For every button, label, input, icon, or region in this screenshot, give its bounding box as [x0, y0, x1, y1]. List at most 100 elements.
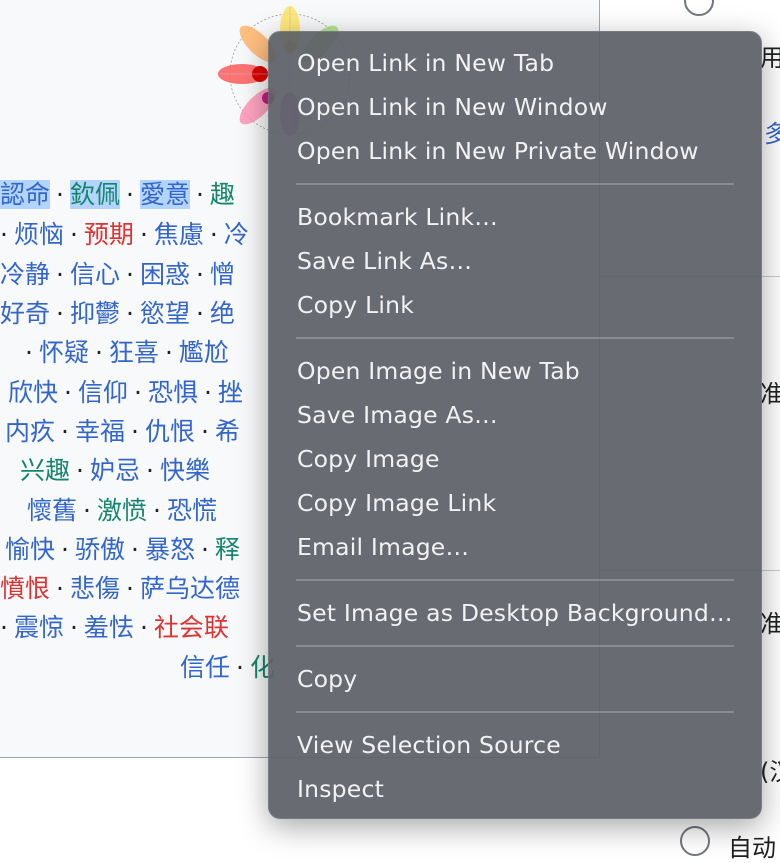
separator-dot: · — [56, 180, 64, 209]
emotion-link[interactable]: 信心 — [70, 260, 120, 289]
sidebar-text-3: 准 — [760, 380, 780, 408]
emotion-link[interactable]: 幸福 — [75, 417, 125, 446]
emotion-link[interactable]: 内疚 — [5, 417, 55, 446]
radio-top[interactable] — [684, 0, 714, 16]
separator-dot: · — [25, 338, 33, 367]
separator-dot: · — [130, 535, 139, 564]
emotion-link[interactable]: 愛意 — [139, 180, 190, 209]
separator-dot: · — [125, 574, 134, 603]
sidebar-text-auto: 自动 — [728, 834, 776, 862]
menu-item-copy-image[interactable]: Copy Image — [268, 437, 762, 481]
emotion-link[interactable]: 骄傲 — [75, 535, 125, 564]
separator-dot: · — [200, 417, 209, 446]
emotion-link[interactable]: 妒忌 — [90, 456, 140, 485]
emotion-link[interactable]: 趣 — [210, 180, 235, 209]
menu-item-open-link-in-new-tab[interactable]: Open Link in New Tab — [268, 41, 762, 85]
emotion-link[interactable]: 憤恨 — [0, 574, 50, 603]
menu-item-save-image-as[interactable]: Save Image As… — [268, 393, 762, 437]
emotion-link[interactable]: 冷 — [224, 220, 249, 249]
emotion-link[interactable]: 震惊 — [14, 613, 64, 642]
menu-item-open-image-in-new-tab[interactable]: Open Image in New Tab — [268, 349, 762, 393]
emotion-link[interactable]: 悲傷 — [70, 574, 120, 603]
sidebar-text-1: 用 — [760, 44, 780, 72]
separator-dot: · — [56, 574, 64, 603]
separator-dot: · — [83, 496, 91, 525]
emotion-link[interactable]: 预期 — [84, 220, 134, 249]
page: 認命 · 欽佩 · 愛意 · 趣 · 烦恼 · 预期 · 焦慮 · 冷冷静 · 信心 · 困惑 · 憎好奇 · 抑鬱 · 慾望 ·… — [0, 0, 780, 862]
separator-dot: · — [64, 378, 72, 407]
emotion-link[interactable]: 恐慌 — [167, 496, 217, 525]
emotion-link[interactable]: 激愤 — [97, 496, 147, 525]
emotion-link[interactable]: 羞怯 — [84, 613, 134, 642]
menu-item-view-selection-source[interactable]: View Selection Source — [268, 723, 762, 767]
emotion-link[interactable]: 懷舊 — [27, 496, 77, 525]
emotion-link[interactable]: 快樂 — [160, 456, 210, 485]
separator-dot: · — [195, 260, 204, 289]
radio-auto[interactable] — [680, 826, 710, 856]
separator-dot: · — [145, 456, 154, 485]
separator-dot: · — [139, 613, 148, 642]
separator-dot: · — [69, 613, 78, 642]
separator-dot: · — [125, 260, 134, 289]
menu-item-open-link-in-new-private-window[interactable]: Open Link in New Private Window — [268, 129, 762, 173]
separator-dot: · — [61, 417, 69, 446]
separator-dot: · — [152, 496, 161, 525]
separator-dot: · — [203, 378, 212, 407]
emotion-link[interactable]: 抑鬱 — [70, 299, 120, 328]
emotion-link[interactable]: 尷尬 — [179, 338, 229, 367]
emotion-link[interactable]: 狂喜 — [109, 338, 159, 367]
emotion-link[interactable]: 兴趣 — [20, 456, 70, 485]
emotion-link[interactable]: 社会联 — [154, 613, 229, 642]
emotion-link[interactable]: 怀疑 — [39, 338, 89, 367]
separator-dot: · — [94, 338, 103, 367]
separator-dot: · — [56, 260, 64, 289]
emotion-link[interactable]: 萨乌达德 — [140, 574, 240, 603]
menu-item-open-link-in-new-window[interactable]: Open Link in New Window — [268, 85, 762, 129]
menu-item-copy-image-link[interactable]: Copy Image Link — [268, 481, 762, 525]
emotion-link[interactable]: 恐惧 — [148, 378, 198, 407]
sidebar-link-more[interactable]: 多 — [764, 114, 780, 149]
sidebar-text-5: (汉 — [760, 758, 780, 786]
emotion-link[interactable]: 憎 — [210, 260, 235, 289]
emotion-link[interactable]: 烦恼 — [14, 220, 64, 249]
emotion-link[interactable]: 認命 — [0, 180, 51, 209]
separator-dot: · — [56, 299, 64, 328]
emotion-link[interactable]: 信仰 — [78, 378, 128, 407]
emotion-link[interactable]: 困惑 — [140, 260, 190, 289]
menu-item-copy[interactable]: Copy — [268, 657, 762, 701]
emotion-link[interactable]: 焦慮 — [154, 220, 204, 249]
emotion-link[interactable]: 释 — [215, 535, 240, 564]
menu-separator — [296, 711, 734, 713]
separator-dot: · — [69, 220, 78, 249]
menu-item-inspect[interactable]: Inspect — [268, 767, 762, 811]
emotion-link[interactable]: 欣快 — [8, 378, 58, 407]
emotion-link[interactable]: 希 — [215, 417, 240, 446]
separator-dot: · — [209, 220, 218, 249]
menu-item-set-image-as-desktop-background[interactable]: Set Image as Desktop Background… — [268, 591, 762, 635]
sidebar-text-4: 准 — [760, 610, 780, 638]
separator-dot: · — [130, 417, 139, 446]
menu-separator — [296, 337, 734, 339]
emotion-link[interactable]: 愉快 — [5, 535, 55, 564]
emotion-link[interactable]: 挫 — [218, 378, 243, 407]
emotion-link[interactable]: 暴怒 — [145, 535, 195, 564]
menu-item-bookmark-link[interactable]: Bookmark Link… — [268, 195, 762, 239]
separator-dot: · — [236, 653, 244, 682]
menu-separator — [296, 579, 734, 581]
menu-separator — [296, 183, 734, 185]
separator-dot: · — [76, 456, 84, 485]
emotion-link[interactable]: 信任 — [180, 653, 230, 682]
separator-dot: · — [200, 535, 209, 564]
emotion-link[interactable]: 欽佩 — [69, 180, 120, 209]
emotion-link[interactable]: 冷静 — [0, 260, 50, 289]
menu-item-copy-link[interactable]: Copy Link — [268, 283, 762, 327]
emotion-link[interactable]: 绝 — [210, 299, 235, 328]
menu-item-email-image[interactable]: Email Image… — [268, 525, 762, 569]
menu-item-save-link-as[interactable]: Save Link As… — [268, 239, 762, 283]
emotion-link[interactable]: 仇恨 — [145, 417, 195, 446]
separator-dot: · — [139, 220, 148, 249]
emotion-link[interactable]: 慾望 — [140, 299, 190, 328]
separator-dot: · — [133, 378, 142, 407]
separator-dot: · — [0, 613, 8, 642]
emotion-link[interactable]: 好奇 — [0, 299, 50, 328]
